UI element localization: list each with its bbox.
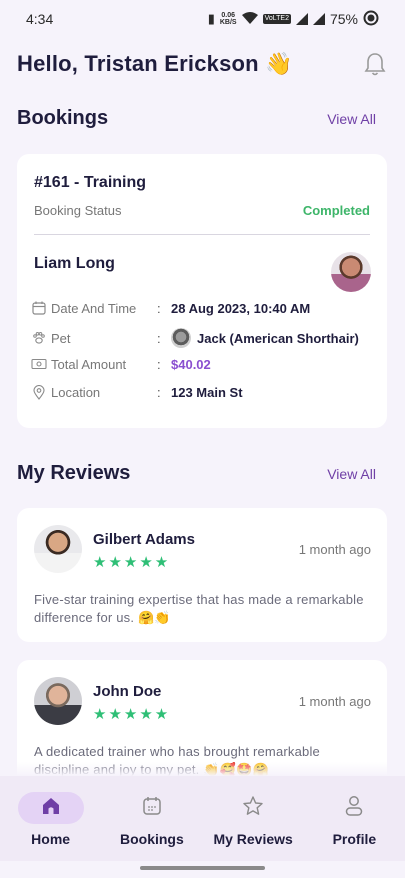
row-colon: :	[157, 330, 161, 346]
row-colon: :	[157, 356, 161, 372]
net-speed: 0.06 KB/S	[219, 12, 237, 26]
header: Hello, Tristan Erickson 👋	[17, 47, 389, 81]
row-value: 123 Main St	[171, 384, 243, 400]
row-label: Total Amount	[51, 356, 127, 372]
booking-row-pet: Pet : Jack (American Shorthair)	[30, 328, 375, 348]
home-indicator[interactable]	[140, 866, 265, 870]
pet-name: Jack (American Shorthair)	[197, 330, 359, 346]
nav-item-bookings[interactable]: Bookings	[102, 776, 202, 847]
nav-label: Home	[31, 831, 71, 847]
bookings-view-all-link[interactable]: View All	[327, 111, 389, 127]
customer-name: Liam Long	[34, 255, 115, 272]
review-card[interactable]: Gilbert Adams ★★★★★ 1 month ago Five-sta…	[17, 508, 387, 642]
nav-pill	[220, 792, 286, 824]
money-icon	[30, 356, 48, 372]
wifi-icon	[241, 11, 258, 27]
row-value-pet: Jack (American Shorthair)	[171, 328, 359, 348]
battery-percent: 75%	[329, 11, 358, 27]
status-bar: 4:34 ▮ 0.06 KB/S VoLTE2 75%	[0, 0, 405, 38]
home-icon	[41, 796, 61, 821]
row-label: Date And Time	[51, 300, 137, 316]
rating-stars: ★★★★★	[93, 554, 171, 571]
calendar-icon	[142, 796, 162, 821]
booking-title: #161 - Training	[34, 174, 147, 191]
booking-row-location: Location : 123 Main St	[30, 384, 375, 400]
nav-label: Bookings	[119, 831, 184, 847]
booking-status-badge: Completed	[302, 203, 370, 218]
paw-icon	[30, 330, 48, 346]
review-text: Five-star training expertise that has ma…	[34, 592, 364, 625]
row-colon: :	[157, 384, 161, 400]
nav-pill	[119, 792, 185, 824]
volte-badge: VoLTE2	[262, 14, 291, 24]
nav-label: Profile	[332, 831, 377, 847]
reviews-section-header: My Reviews View All	[17, 462, 389, 485]
customer-avatar	[331, 252, 371, 292]
signal-icon	[295, 13, 308, 25]
row-value: 28 Aug 2023, 10:40 AM	[171, 300, 311, 316]
reviewer-avatar	[34, 677, 82, 725]
row-value-price: $40.02	[171, 356, 211, 372]
rating-stars: ★★★★★	[93, 706, 171, 723]
nav-pill	[17, 792, 84, 824]
booking-status-label: Booking Status	[34, 203, 122, 218]
greeting-title: Hello, Tristan Erickson 👋	[17, 51, 293, 76]
signal-icon-2	[312, 13, 325, 25]
row-label: Location	[51, 384, 101, 400]
vibrate-icon: ▮	[207, 11, 215, 26]
status-icons: ▮ 0.06 KB/S VoLTE2 75%	[208, 10, 379, 29]
reviewer-avatar	[34, 525, 82, 573]
row-colon: :	[157, 300, 161, 316]
location-icon	[30, 384, 48, 400]
calendar-icon	[30, 300, 48, 316]
bookings-section-header: Bookings View All	[17, 107, 389, 130]
pet-avatar	[171, 328, 191, 348]
divider	[34, 234, 370, 235]
scroll-fade	[0, 762, 405, 776]
nav-pill	[321, 792, 387, 824]
status-time: 4:34	[26, 11, 54, 27]
reviewer-name: John Doe	[93, 683, 162, 700]
profile-icon	[344, 795, 364, 822]
nav-item-profile[interactable]: Profile	[304, 776, 404, 847]
booking-row-datetime: Date And Time : 28 Aug 2023, 10:40 AM	[30, 300, 375, 316]
reviewer-name: Gilbert Adams	[93, 531, 195, 548]
notification-bell-icon[interactable]	[361, 50, 389, 78]
nav-label: My Reviews	[213, 831, 293, 847]
booking-card[interactable]: #161 - Training Booking Status Completed…	[17, 154, 387, 428]
bookings-title: Bookings	[17, 107, 109, 129]
review-time: 1 month ago	[298, 694, 371, 709]
row-label: Pet	[51, 330, 71, 346]
nav-item-my-reviews[interactable]: My Reviews	[203, 776, 303, 847]
review-time: 1 month ago	[298, 542, 371, 557]
nav-item-home[interactable]: Home	[1, 776, 101, 847]
reviews-title: My Reviews	[17, 462, 131, 484]
booking-row-amount: Total Amount : $40.02	[30, 356, 375, 372]
star-icon	[242, 795, 264, 822]
bottom-nav: Home Bookings My Reviews Profile	[0, 776, 405, 861]
battery-icon	[363, 10, 379, 29]
reviews-view-all-link[interactable]: View All	[327, 466, 389, 482]
